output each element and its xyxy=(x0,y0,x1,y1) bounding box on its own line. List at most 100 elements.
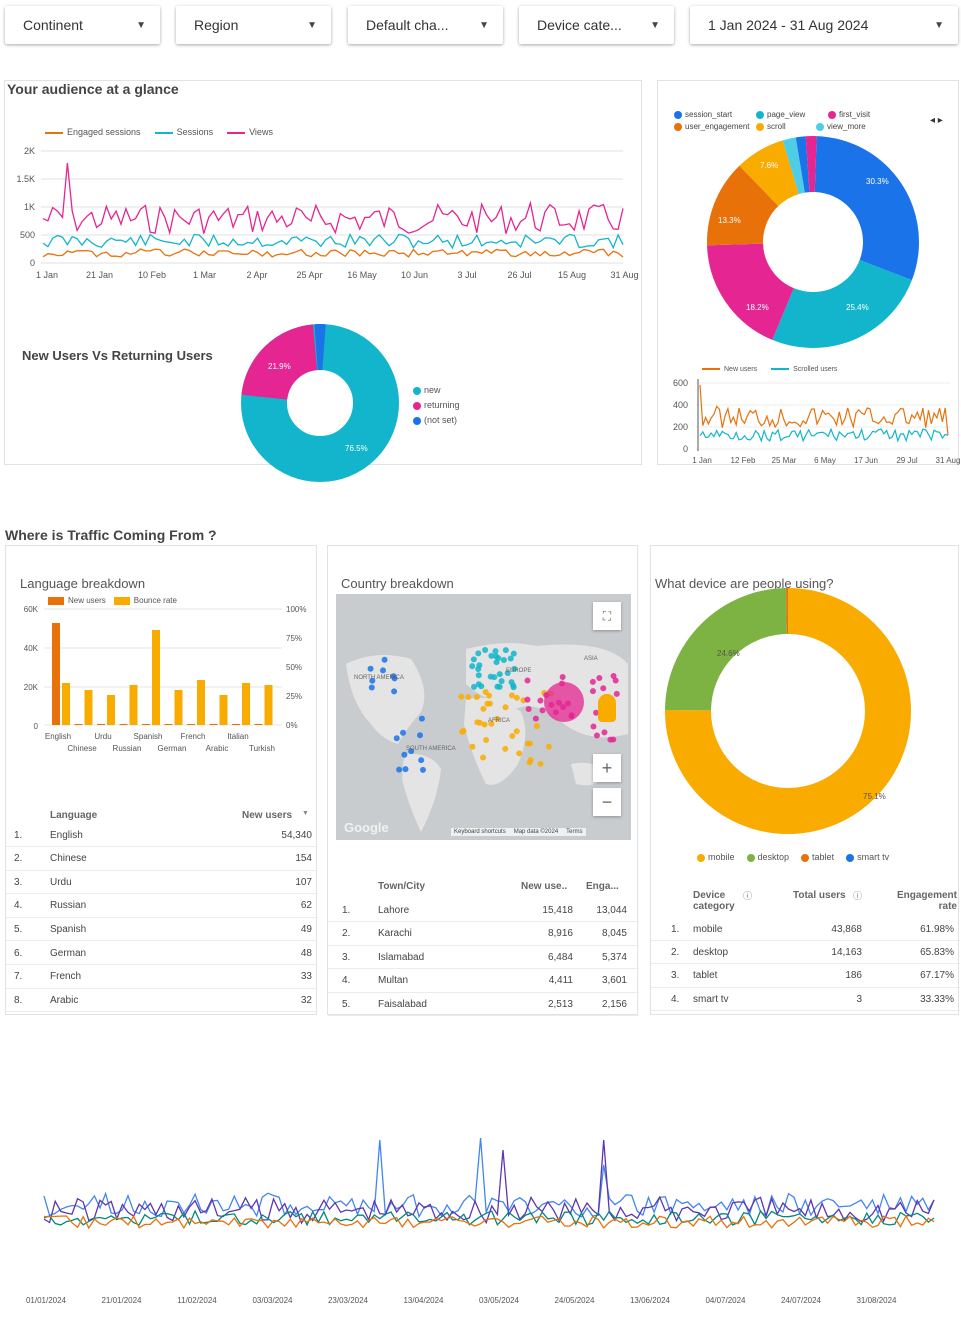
pegman-icon[interactable] xyxy=(598,694,616,722)
map-marker[interactable] xyxy=(502,704,509,711)
map-marker[interactable] xyxy=(513,728,520,735)
terms-link[interactable]: Terms xyxy=(566,829,582,835)
engaged-col-header[interactable]: Enga... xyxy=(586,881,619,892)
map-marker[interactable] xyxy=(471,683,478,690)
map-marker[interactable] xyxy=(516,750,523,757)
new-users-col-header[interactable]: New use.. xyxy=(521,881,567,892)
table-row[interactable]: 6. German 48 xyxy=(6,942,318,965)
map-marker[interactable] xyxy=(401,751,408,758)
map-marker[interactable] xyxy=(495,655,502,662)
city-col-header[interactable]: Town/City xyxy=(378,881,425,892)
map-marker[interactable] xyxy=(539,707,546,714)
continent-filter[interactable]: Continent ▼ xyxy=(5,6,160,44)
map-marker[interactable] xyxy=(507,655,514,662)
checkbox-icon[interactable]: ✓ xyxy=(278,1034,287,1044)
map-marker[interactable] xyxy=(469,743,476,750)
map-marker[interactable] xyxy=(470,656,477,663)
help-icon[interactable]: ? xyxy=(111,1081,122,1092)
table-row[interactable]: 3. Islamabad 6,484 5,374 xyxy=(328,946,639,969)
map-marker[interactable] xyxy=(367,665,374,672)
map-marker[interactable] xyxy=(589,688,596,695)
map-marker[interactable] xyxy=(482,646,489,653)
map-marker[interactable] xyxy=(589,678,596,685)
map-marker-large[interactable] xyxy=(544,682,584,722)
total-users-col-header[interactable]: Total users xyxy=(793,890,846,901)
table-row[interactable]: 7. French 33 xyxy=(6,966,318,989)
map-marker[interactable] xyxy=(527,756,534,763)
map-marker[interactable] xyxy=(607,736,614,743)
map-marker[interactable] xyxy=(400,729,407,736)
legend-pager-arrow-icon[interactable]: ◂ ▸ xyxy=(930,115,943,126)
map-marker[interactable] xyxy=(510,684,517,691)
help-icon[interactable]: ? xyxy=(243,1081,254,1092)
device-category-filter[interactable]: Device cate... ▼ xyxy=(519,6,674,44)
map-marker[interactable] xyxy=(508,692,515,699)
map-marker[interactable] xyxy=(396,766,403,773)
table-row[interactable]: 2. Chinese 154 xyxy=(6,848,318,871)
map-marker[interactable] xyxy=(596,674,603,681)
map-marker[interactable] xyxy=(465,694,472,701)
new-users-col-header[interactable]: New users xyxy=(242,810,292,821)
map-marker[interactable] xyxy=(402,766,409,773)
map-marker[interactable] xyxy=(500,656,507,663)
map-marker[interactable] xyxy=(380,667,387,674)
zoom-in-button[interactable]: + xyxy=(593,754,621,782)
map-marker[interactable] xyxy=(508,679,515,686)
checkbox-icon[interactable]: ✓ xyxy=(14,1034,23,1044)
engagement-col-header[interactable]: Engagement rate xyxy=(887,890,957,912)
language-col-header[interactable]: Language xyxy=(50,810,97,821)
map-marker[interactable] xyxy=(613,690,620,697)
help-icon[interactable]: ? xyxy=(375,1081,386,1092)
table-row[interactable]: 4. Multan 4,411 3,601 xyxy=(328,970,639,993)
kpi-total-clicks[interactable]: ✓ Total clicks 86.7K ? xyxy=(0,1022,132,1100)
region-filter[interactable]: Region ▼ xyxy=(176,6,331,44)
country-map[interactable]: NORTH AMERICA EUROPE ASIA AFRICA SOUTH A… xyxy=(336,594,631,840)
info-icon[interactable]: ⓘ xyxy=(743,889,752,902)
world-map[interactable]: NORTH AMERICA EUROPE ASIA AFRICA SOUTH A… xyxy=(336,594,631,840)
map-marker[interactable] xyxy=(381,656,388,663)
map-marker[interactable] xyxy=(509,733,516,740)
map-marker[interactable] xyxy=(482,689,489,696)
map-marker[interactable] xyxy=(593,732,600,739)
table-row[interactable]: 3. Urdu 107 xyxy=(6,871,318,895)
map-marker[interactable] xyxy=(418,757,425,764)
map-marker[interactable] xyxy=(502,647,509,654)
table-row[interactable]: 1. Lahore 15,418 13,044 xyxy=(328,899,639,922)
map-marker[interactable] xyxy=(478,683,485,690)
map-marker[interactable] xyxy=(537,760,544,767)
map-marker[interactable] xyxy=(600,685,607,692)
map-marker[interactable] xyxy=(496,671,503,678)
table-row[interactable]: 5. Faisalabad 2,513 2,156 xyxy=(328,993,639,1016)
sort-desc-icon[interactable]: ▼ xyxy=(302,810,309,817)
map-marker[interactable] xyxy=(458,693,465,700)
map-marker[interactable] xyxy=(492,648,499,655)
map-marker[interactable] xyxy=(473,693,480,700)
map-marker[interactable] xyxy=(469,663,476,670)
map-marker[interactable] xyxy=(524,677,531,684)
map-marker[interactable] xyxy=(496,683,503,690)
map-marker[interactable] xyxy=(559,674,566,681)
keyboard-shortcuts-link[interactable]: Keyboard shortcuts xyxy=(454,829,506,835)
info-icon[interactable]: ⓘ xyxy=(853,889,862,902)
map-marker[interactable] xyxy=(459,728,466,735)
map-marker[interactable] xyxy=(476,662,483,669)
date-range-filter[interactable]: 1 Jan 2024 - 31 Aug 2024 ▼ xyxy=(690,6,958,44)
table-row[interactable]: 1. mobile 43,868 61.98% xyxy=(651,918,960,941)
map-marker[interactable] xyxy=(391,688,398,695)
map-marker[interactable] xyxy=(545,743,552,750)
map-marker[interactable] xyxy=(481,721,488,728)
default-channel-filter[interactable]: Default cha... ▼ xyxy=(348,6,503,44)
table-row[interactable]: 1. English 54,340 xyxy=(6,824,318,847)
help-icon[interactable]: ? xyxy=(507,1081,518,1092)
kpi-average-ctr[interactable]: ✓ Average CTR 2.5% ? xyxy=(264,1022,396,1100)
map-marker[interactable] xyxy=(480,705,487,712)
table-row[interactable]: 2. desktop 14,163 65.83% xyxy=(651,941,960,965)
checkbox-icon[interactable]: ✓ xyxy=(410,1034,419,1044)
map-marker[interactable] xyxy=(393,735,400,742)
kpi-total-impressions[interactable]: ✓ Total impressions 3.53M ? xyxy=(132,1022,264,1100)
table-row[interactable]: 5. Spanish 49 xyxy=(6,918,318,942)
map-marker[interactable] xyxy=(502,745,509,752)
kpi-average-position[interactable]: ✓ Average position 7.5 ? xyxy=(396,1022,528,1100)
checkbox-icon[interactable]: ✓ xyxy=(146,1034,155,1044)
map-marker[interactable] xyxy=(483,736,490,743)
